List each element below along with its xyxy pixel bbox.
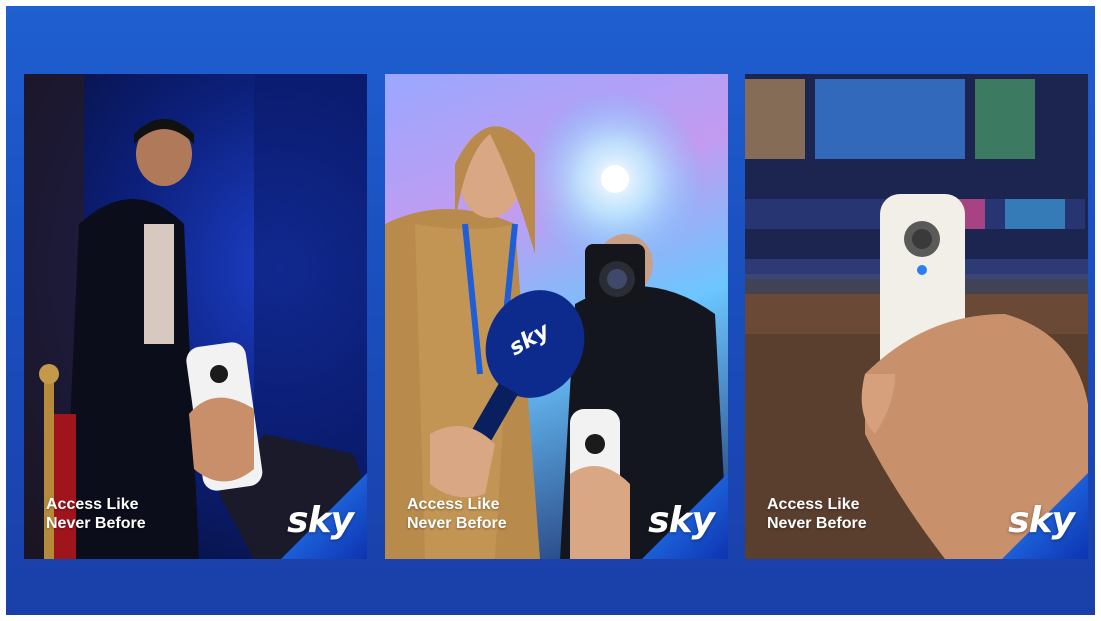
poster-2-tagline-line2: Never Before	[407, 515, 507, 532]
poster-1-sky-logo: sky	[287, 500, 354, 541]
poster-1: Access Like Never Before sky	[24, 74, 367, 559]
poster-3-sky-logo: sky	[1008, 500, 1075, 541]
poster-1-tagline-line2: Never Before	[46, 515, 146, 532]
poster-2: sky Access Like Never Before sky	[385, 74, 728, 559]
poster-3: Access Like Never Before sky	[745, 74, 1088, 559]
poster-2-tagline: Access Like Never Before	[407, 495, 507, 533]
poster-3-tagline-line2: Never Before	[767, 515, 867, 532]
campaign-banner: Access Like Never Before sky sky Access …	[6, 6, 1095, 615]
poster-1-tagline: Access Like Never Before	[46, 495, 146, 533]
poster-3-tagline-line1: Access Like	[767, 496, 860, 513]
poster-1-tagline-line1: Access Like	[46, 496, 139, 513]
poster-2-sky-logo: sky	[648, 500, 715, 541]
poster-3-tagline: Access Like Never Before	[767, 495, 867, 533]
poster-2-tagline-line1: Access Like	[407, 496, 500, 513]
